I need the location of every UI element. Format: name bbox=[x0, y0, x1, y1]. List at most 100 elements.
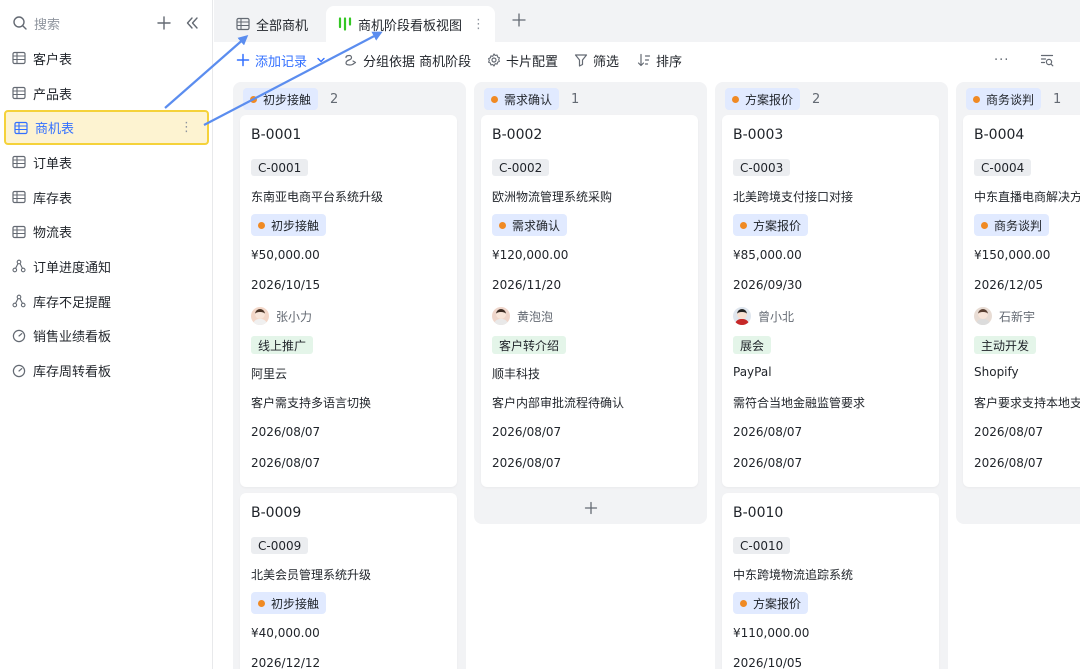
sidebar-item-customers[interactable]: 客户表 bbox=[4, 41, 209, 76]
kanban-column: 方案报价 2 B-0003 C-0003 北美跨境支付接口对接 方案报价 ¥85… bbox=[715, 82, 948, 669]
sidebar-item-sales-dashboard[interactable]: 销售业绩看板 bbox=[4, 319, 209, 354]
card-config-label: 卡片配置 bbox=[506, 54, 559, 70]
table-icon bbox=[12, 225, 26, 238]
search-icon[interactable] bbox=[12, 15, 28, 31]
owner: 张小力 bbox=[251, 307, 312, 325]
column-header[interactable]: 商务谈判 1 bbox=[966, 88, 1061, 110]
avatar bbox=[733, 307, 751, 325]
sidebar-item-label: 产品表 bbox=[33, 87, 73, 103]
customer-link-tag[interactable]: C-0003 bbox=[733, 159, 791, 176]
company: PayPal bbox=[733, 365, 772, 379]
created-date: 2026/08/07 bbox=[733, 425, 803, 439]
sidebar-list: 客户表 产品表 商机表 ⋮ 订单表 库存表 物流表 订单进度通知 库存不足提醒 … bbox=[4, 41, 209, 388]
sidebar-item-label: 客户表 bbox=[33, 52, 73, 68]
more-options-button[interactable]: ··· bbox=[994, 50, 1009, 70]
plus-icon bbox=[157, 16, 171, 30]
group-by-label: 分组依据 商机阶段 bbox=[363, 54, 472, 70]
record-card[interactable]: B-0003 C-0003 北美跨境支付接口对接 方案报价 ¥85,000.00… bbox=[722, 115, 939, 487]
kanban-column: 初步接触 2 B-0001 C-0001 东南亚电商平台系统升级 初步接触 ¥5… bbox=[233, 82, 466, 669]
customer-link-tag[interactable]: C-0002 bbox=[492, 159, 550, 176]
opportunity-name: 中东跨境物流追踪系统 bbox=[733, 568, 854, 582]
sidebar-item-products[interactable]: 产品表 bbox=[4, 76, 209, 111]
source-tag: 展会 bbox=[733, 336, 772, 354]
table-icon bbox=[12, 52, 26, 65]
table-icon bbox=[12, 156, 26, 169]
sidebar-item-logistics[interactable]: 物流表 bbox=[4, 214, 209, 249]
stage-dot bbox=[250, 95, 257, 103]
add-record-button[interactable]: 添加记录 bbox=[236, 50, 326, 70]
record-card[interactable]: B-0001 C-0001 东南亚电商平台系统升级 初步接触 ¥50,000.0… bbox=[240, 115, 457, 487]
stage-label: 初步接触 bbox=[271, 218, 320, 233]
sort-button[interactable]: 排序 bbox=[637, 50, 682, 70]
record-card[interactable]: B-0009 C-0009 北美会员管理系统升级 初步接触 ¥40,000.00… bbox=[240, 493, 457, 669]
sidebar-item-low-stock-alert[interactable]: 库存不足提醒 bbox=[4, 284, 209, 319]
stage-tag: 商务谈判 bbox=[974, 214, 1050, 236]
sidebar-item-label: 物流表 bbox=[33, 226, 73, 242]
note: 客户要求支持本地支付 bbox=[974, 396, 1080, 410]
amount: ¥50,000.00 bbox=[251, 248, 320, 262]
search-records-button[interactable] bbox=[1040, 50, 1059, 70]
amount: ¥85,000.00 bbox=[733, 248, 802, 262]
column-header[interactable]: 方案报价 2 bbox=[725, 88, 820, 110]
created-date: 2026/08/07 bbox=[492, 425, 562, 439]
workflow-icon bbox=[12, 260, 26, 273]
stage-tag: 方案报价 bbox=[733, 214, 809, 236]
add-card-button[interactable] bbox=[1054, 493, 1080, 523]
stage-tag: 初步接触 bbox=[251, 592, 327, 614]
table-icon bbox=[14, 121, 28, 134]
stage-tag: 初步接触 bbox=[243, 88, 319, 110]
table-icon bbox=[12, 190, 26, 204]
source-tag: 线上推广 bbox=[251, 336, 314, 354]
stage-tag: 方案报价 bbox=[725, 88, 801, 110]
stage-label: 方案报价 bbox=[753, 596, 802, 611]
tab-all-opportunities[interactable]: 全部商机 bbox=[224, 6, 320, 42]
record-card[interactable]: B-0004 C-0004 中东直播电商解决方案 商务谈判 ¥150,000.0… bbox=[963, 115, 1080, 487]
sidebar-item-order-progress-notice[interactable]: 订单进度通知 bbox=[4, 249, 209, 284]
sidebar-item-opportunities[interactable]: 商机表 ⋮ bbox=[4, 110, 209, 146]
amount: ¥110,000.00 bbox=[733, 626, 810, 640]
owner: 曾小北 bbox=[733, 307, 794, 325]
column-header[interactable]: 需求确认 1 bbox=[484, 88, 579, 110]
stage-tag: 方案报价 bbox=[733, 592, 809, 614]
expected-date: 2026/10/15 bbox=[251, 278, 321, 292]
kanban-column: 需求确认 1 B-0002 C-0002 欧洲物流管理系统采购 需求确认 ¥12… bbox=[474, 82, 707, 524]
customer-link-tag[interactable]: C-0010 bbox=[733, 537, 791, 554]
customer-link-tag[interactable]: C-0004 bbox=[974, 159, 1032, 176]
customer-link-tag[interactable]: C-0009 bbox=[251, 537, 309, 554]
created-date: 2026/08/07 bbox=[974, 425, 1044, 439]
record-card[interactable]: B-0010 C-0010 中东跨境物流追踪系统 方案报价 ¥110,000.0… bbox=[722, 493, 939, 669]
sidebar-item-label: 商机表 bbox=[35, 122, 75, 138]
sidebar-item-inventory-turnover-dashboard[interactable]: 库存周转看板 bbox=[4, 353, 209, 388]
collapse-sidebar-button[interactable] bbox=[182, 13, 202, 33]
more-vertical-icon[interactable]: ⋮ bbox=[472, 17, 485, 32]
tab-stage-kanban[interactable]: 商机阶段看板视图 ⋮ bbox=[326, 6, 496, 42]
add-table-button[interactable] bbox=[154, 13, 174, 33]
chevron-down-icon[interactable] bbox=[316, 55, 326, 65]
stage-label: 初步接触 bbox=[263, 92, 312, 107]
add-view-button[interactable] bbox=[508, 9, 530, 31]
filter-icon bbox=[574, 54, 588, 67]
filter-button[interactable]: 筛选 bbox=[574, 50, 619, 70]
customer-link-tag[interactable]: C-0001 bbox=[251, 159, 309, 176]
updated-date: 2026/08/07 bbox=[733, 456, 803, 470]
stage-tag: 需求确认 bbox=[484, 88, 560, 110]
card-title: B-0004 bbox=[974, 127, 1025, 143]
sidebar-item-inventory[interactable]: 库存表 bbox=[4, 180, 209, 215]
sidebar-item-label: 库存表 bbox=[33, 191, 73, 207]
card-config-button[interactable]: 卡片配置 bbox=[487, 50, 558, 70]
column-header[interactable]: 初步接触 2 bbox=[243, 88, 338, 110]
more-vertical-icon[interactable]: ⋮ bbox=[180, 120, 193, 135]
record-card[interactable]: B-0002 C-0002 欧洲物流管理系统采购 需求确认 ¥120,000.0… bbox=[481, 115, 698, 487]
search-input[interactable]: 搜索 bbox=[34, 14, 146, 33]
column-count: 2 bbox=[812, 91, 821, 107]
stage-label: 商务谈判 bbox=[986, 92, 1035, 107]
sidebar-item-orders[interactable]: 订单表 bbox=[4, 145, 209, 180]
group-by-button[interactable]: 分组依据 商机阶段 bbox=[344, 50, 471, 70]
sidebar-item-label: 订单表 bbox=[33, 156, 73, 172]
add-card-button[interactable] bbox=[474, 493, 707, 523]
expected-date: 2026/12/12 bbox=[251, 656, 321, 669]
stage-dot bbox=[740, 221, 747, 229]
avatar bbox=[251, 307, 269, 325]
stage-label: 方案报价 bbox=[745, 92, 794, 107]
opportunity-name: 北美跨境支付接口对接 bbox=[733, 190, 854, 204]
